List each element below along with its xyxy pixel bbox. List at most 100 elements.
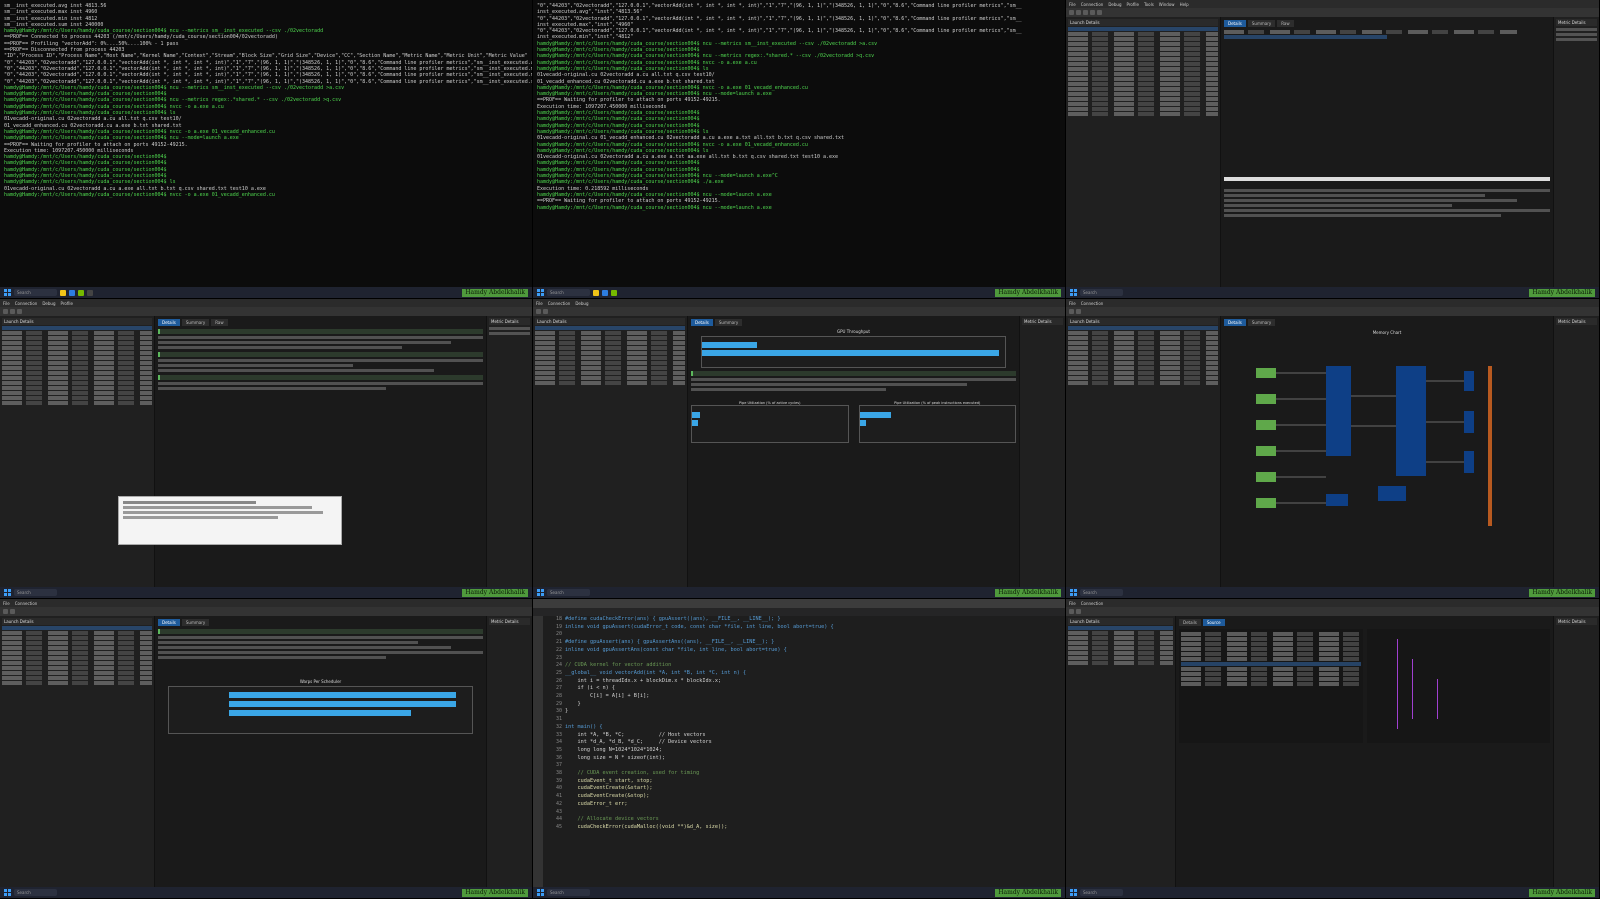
- tab-summary[interactable]: Summary: [181, 319, 210, 326]
- list-item[interactable]: [1068, 371, 1218, 375]
- code-line[interactable]: // CUDA kernel for vector addition: [565, 662, 1065, 670]
- taskbar-search[interactable]: Search: [1080, 589, 1123, 596]
- list-item[interactable]: [1068, 57, 1218, 61]
- menu-file[interactable]: File: [536, 301, 543, 306]
- source-pane[interactable]: [1179, 629, 1363, 743]
- list-item[interactable]: [535, 326, 685, 330]
- list-item[interactable]: [2, 376, 152, 380]
- list-item[interactable]: [2, 366, 152, 370]
- taskbar-search[interactable]: Search: [14, 289, 57, 296]
- list-item[interactable]: [1068, 331, 1218, 335]
- taskbar-search[interactable]: Search: [1080, 889, 1123, 896]
- list-item[interactable]: [1068, 67, 1218, 71]
- list-item[interactable]: [535, 381, 685, 385]
- menu-file[interactable]: File: [1069, 2, 1076, 7]
- list-item[interactable]: [535, 341, 685, 345]
- taskbar-search[interactable]: Search: [547, 289, 590, 296]
- folder-icon[interactable]: [593, 289, 599, 296]
- taskbar-search[interactable]: Search: [547, 589, 590, 596]
- nvidia-icon[interactable]: [78, 289, 84, 296]
- menu-window[interactable]: Window: [1159, 2, 1175, 7]
- code-line[interactable]: C[i] = A[i] + B[i];: [565, 693, 1065, 701]
- list-item[interactable]: [2, 341, 152, 345]
- list-item[interactable]: [2, 351, 152, 355]
- tab-raw[interactable]: Raw: [1277, 20, 1294, 27]
- sass-pane[interactable]: [1366, 629, 1550, 743]
- list-item[interactable]: [2, 681, 152, 685]
- list-item[interactable]: [2, 326, 152, 330]
- list-item[interactable]: [2, 346, 152, 350]
- code-line[interactable]: cudaEventCreate(&start);: [565, 785, 1065, 793]
- taskbar-search[interactable]: Search: [547, 889, 590, 896]
- menu-file[interactable]: File: [3, 301, 10, 306]
- list-item[interactable]: [1068, 356, 1218, 360]
- section-header[interactable]: [158, 329, 483, 334]
- section-header[interactable]: [691, 371, 1016, 376]
- code-line[interactable]: cudaError_t err;: [565, 801, 1065, 809]
- code-line[interactable]: // Allocate device vectors: [565, 816, 1065, 824]
- code-line[interactable]: [565, 716, 1065, 724]
- list-item[interactable]: [535, 371, 685, 375]
- windows-start-icon[interactable]: [537, 889, 544, 896]
- list-item[interactable]: [1068, 631, 1173, 635]
- list-item[interactable]: [2, 651, 152, 655]
- list-item[interactable]: [1068, 341, 1218, 345]
- tab-summary[interactable]: Summary: [1247, 319, 1276, 326]
- menu-connection[interactable]: Connection: [15, 601, 38, 606]
- taskbar-search[interactable]: Search: [1080, 289, 1123, 296]
- list-item[interactable]: [2, 661, 152, 665]
- code-line[interactable]: inline void gpuAssertAns(const char *fil…: [565, 647, 1065, 655]
- tool-button[interactable]: [1069, 609, 1074, 614]
- section-header[interactable]: [158, 629, 483, 634]
- list-item[interactable]: [2, 656, 152, 660]
- tab-summary[interactable]: Summary: [181, 619, 210, 626]
- code-line[interactable]: int *d_A, *d_B, *d_C; // Device vectors: [565, 739, 1065, 747]
- browser-icon[interactable]: [69, 289, 75, 296]
- tab-details[interactable]: Details: [1224, 319, 1246, 326]
- list-item[interactable]: [535, 336, 685, 340]
- tool-button[interactable]: [17, 309, 22, 314]
- tool-button[interactable]: [1069, 309, 1074, 314]
- code-line[interactable]: __global__ void vectorAdd(int *A, int *B…: [565, 670, 1065, 678]
- list-item[interactable]: [1068, 346, 1218, 350]
- tool-button[interactable]: [3, 609, 8, 614]
- tab-summary[interactable]: Summary: [1247, 20, 1276, 27]
- list-item[interactable]: [2, 371, 152, 375]
- list-item[interactable]: [2, 396, 152, 400]
- menu-profile[interactable]: Profile: [61, 301, 73, 306]
- windows-start-icon[interactable]: [1070, 889, 1077, 896]
- menu-debug[interactable]: Debug: [42, 301, 55, 306]
- menu-connection[interactable]: Connection: [1081, 601, 1104, 606]
- terminal-window[interactable]: "0","44203","02vectoradd","127.0.0.1","v…: [533, 0, 1065, 287]
- windows-start-icon[interactable]: [4, 289, 11, 296]
- list-item[interactable]: [1068, 636, 1173, 640]
- list-item[interactable]: [2, 631, 152, 635]
- list-item[interactable]: [1068, 32, 1218, 36]
- list-item[interactable]: [2, 336, 152, 340]
- tool-button[interactable]: [10, 609, 15, 614]
- tool-button[interactable]: [1090, 10, 1095, 15]
- list-item[interactable]: [1068, 326, 1218, 330]
- terminal-window[interactable]: sm__inst_executed.avg inst 4813.56 sm__in…: [0, 0, 532, 287]
- list-item[interactable]: [2, 676, 152, 680]
- list-item[interactable]: [2, 331, 152, 335]
- table-row[interactable]: [1224, 30, 1518, 34]
- list-item[interactable]: [2, 666, 152, 670]
- tool-button[interactable]: [543, 309, 548, 314]
- tab-details[interactable]: Details: [1179, 619, 1201, 626]
- code-line[interactable]: [565, 762, 1065, 770]
- list-item[interactable]: [1068, 102, 1218, 106]
- menu-debug[interactable]: Debug: [1108, 2, 1121, 7]
- list-item[interactable]: [1068, 361, 1218, 365]
- menu-file[interactable]: File: [3, 601, 10, 606]
- list-item[interactable]: [1068, 72, 1218, 76]
- list-item[interactable]: [535, 346, 685, 350]
- list-item[interactable]: [535, 331, 685, 335]
- list-item[interactable]: [2, 381, 152, 385]
- list-item[interactable]: [1068, 112, 1218, 116]
- code-line[interactable]: int *A, *B, *C; // Host vectors: [565, 732, 1065, 740]
- tool-button[interactable]: [1083, 10, 1088, 15]
- list-item[interactable]: [535, 366, 685, 370]
- section-header[interactable]: [158, 375, 483, 380]
- list-item[interactable]: [2, 641, 152, 645]
